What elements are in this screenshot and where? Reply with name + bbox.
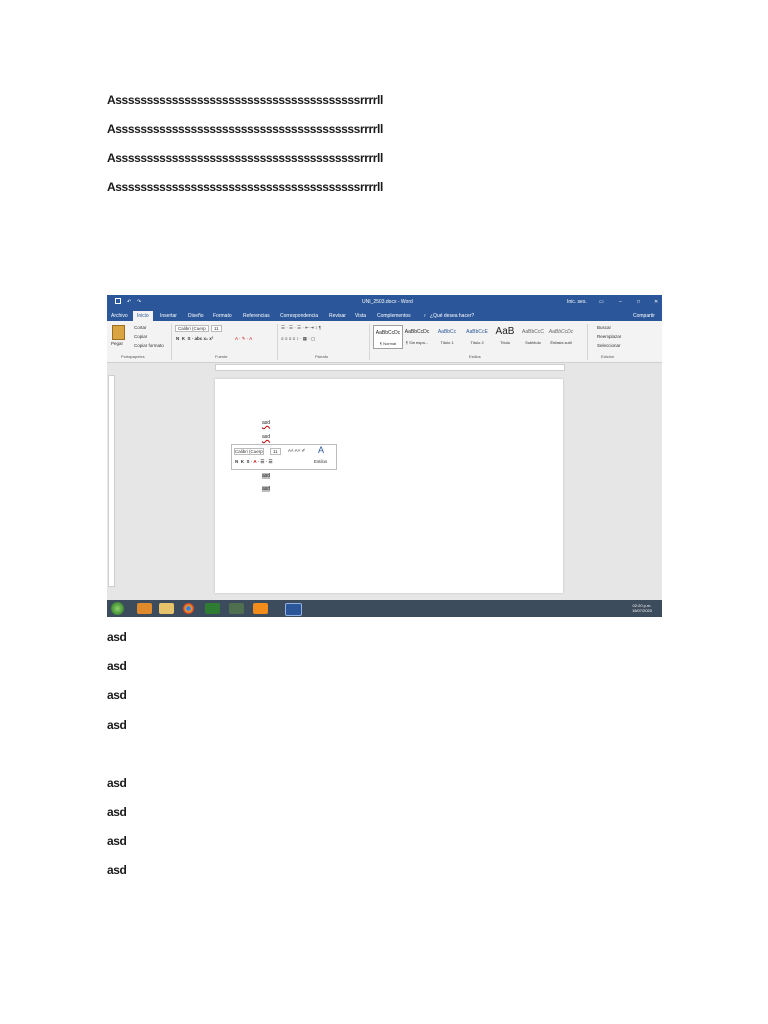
ribbon: Pegar Cortar Copiar Copiar formato Porta… bbox=[107, 321, 662, 363]
select-button: Seleccionar bbox=[597, 343, 621, 348]
editing-group-label: Edición bbox=[601, 354, 615, 359]
font-group-label: Fuente bbox=[215, 354, 228, 359]
lightbulb-icon: ♀ bbox=[423, 313, 427, 319]
clock-date: 15/07/2020 bbox=[631, 608, 652, 613]
separator bbox=[587, 324, 588, 360]
style-titulo-2: AaBbCcE Título 2 bbox=[466, 329, 488, 345]
start-button-icon bbox=[111, 602, 124, 615]
page-line-selected: asd bbox=[262, 486, 271, 492]
sign-in-link: Inic. ses. bbox=[567, 299, 587, 305]
tab-archivo: Archivo bbox=[111, 313, 128, 319]
tab-revisar: Revisar bbox=[329, 313, 346, 319]
doc-line-asd: asd bbox=[107, 688, 127, 702]
ribbon-tabs: Archivo Inicio Insertar Diseño Formato R… bbox=[107, 310, 662, 321]
horizontal-ruler bbox=[215, 364, 565, 371]
copy-button: Copiar bbox=[134, 334, 148, 339]
styles-group-label: Estilos bbox=[469, 354, 481, 359]
save-icon bbox=[115, 298, 121, 304]
doc-line-asd: asd bbox=[107, 718, 127, 732]
list-buttons: ☰ · ☰ · ☰ · ⇤ ⇥ ↕ ¶ bbox=[281, 325, 322, 330]
style-titulo-1: AaBbCc Título 1 bbox=[437, 329, 457, 345]
file-explorer-icon bbox=[159, 603, 174, 614]
find-button: Buscar bbox=[597, 325, 612, 330]
page-line: asd bbox=[262, 434, 271, 440]
page-line-selected: asd bbox=[262, 473, 271, 479]
format-painter-button: Copiar formato bbox=[134, 343, 164, 348]
word-icon bbox=[285, 603, 302, 616]
undo-icon: ↶ bbox=[127, 299, 132, 305]
doc-line-asd: asd bbox=[107, 834, 127, 848]
mini-font-box: Calibri (Cuerp bbox=[234, 448, 264, 455]
font-size-box: 11 bbox=[211, 325, 222, 332]
share-button: Compartir bbox=[633, 313, 655, 319]
doc-line-3: Asssssssssssssssssssssssssssssssssssssss… bbox=[107, 151, 383, 165]
doc-line-asd: asd bbox=[107, 659, 127, 673]
close-icon: ✕ bbox=[654, 299, 659, 305]
minimize-icon: – bbox=[619, 299, 622, 305]
cut-button: Cortar bbox=[134, 325, 147, 330]
taskbar-clock: 02:20 p.m. 15/07/2020 bbox=[632, 603, 652, 613]
tab-vista: Vista bbox=[355, 313, 367, 319]
chrome-icon bbox=[183, 603, 194, 614]
align-buttons: ≡ ≡ ≡ ≡ ↕ · ▦ · ▢ bbox=[281, 336, 316, 341]
mini-size-box: 11 bbox=[270, 448, 281, 455]
app-icon bbox=[229, 603, 244, 614]
vlc-icon bbox=[253, 603, 268, 614]
tab-inicio: Inicio bbox=[133, 311, 153, 321]
embedded-word-screenshot: ↶ ↷ UNI_2503.docx - Word Inic. ses. ▭ – … bbox=[107, 295, 662, 617]
tab-referencias: Referencias bbox=[243, 313, 270, 319]
redo-icon: ↷ bbox=[137, 299, 142, 305]
doc-line-asd: asd bbox=[107, 630, 127, 644]
doc-line-1: Asssssssssssssssssssssssssssssssssssssss… bbox=[107, 93, 383, 107]
project-icon bbox=[205, 603, 220, 614]
word-title-bar: ↶ ↷ UNI_2503.docx - Word Inic. ses. ▭ – … bbox=[107, 295, 662, 310]
paste-icon bbox=[112, 325, 125, 340]
media-player-icon bbox=[137, 603, 152, 614]
maximize-icon: □ bbox=[637, 299, 641, 305]
doc-line-4: Asssssssssssssssssssssssssssssssssssssss… bbox=[107, 180, 383, 194]
mini-styles-button: Estilos bbox=[314, 459, 328, 464]
tab-correspondencia: Correspondencia bbox=[280, 313, 319, 319]
separator bbox=[277, 324, 278, 360]
tab-complementos: Complementos bbox=[377, 313, 411, 319]
paste-button: Pegar bbox=[111, 341, 124, 346]
page-line: asd bbox=[262, 420, 271, 426]
windows-taskbar: 02:20 p.m. 15/07/2020 bbox=[107, 600, 662, 617]
doc-line-asd: asd bbox=[107, 805, 127, 819]
style-enfasis-sutil: AaBbCcDc Énfasis sutil bbox=[548, 329, 574, 345]
font-format-buttons: N K S · abc x₂ x² bbox=[176, 336, 214, 341]
window-title: UNI_2503.docx - Word bbox=[362, 299, 413, 305]
style-subtitulo: AaBbCcC Subtítulo bbox=[522, 329, 544, 345]
font-color-buttons: A · ✎ · A bbox=[235, 336, 253, 341]
tab-diseno: Diseño bbox=[188, 313, 204, 319]
style-titulo: AaB Título bbox=[495, 326, 515, 345]
replace-button: Reemplazar bbox=[597, 334, 622, 339]
doc-line-asd: asd bbox=[107, 776, 127, 790]
mini-toolbar: Calibri (Cuerp 11 A˄ A˅ ✐ A N K S · A · … bbox=[231, 444, 337, 470]
mini-grow-shrink-icons: A˄ A˅ ✐ bbox=[288, 448, 306, 453]
ribbon-display-icon: ▭ bbox=[599, 299, 604, 305]
separator bbox=[171, 324, 172, 360]
doc-line-asd: asd bbox=[107, 863, 127, 877]
clipboard-group-label: Portapapeles bbox=[121, 354, 145, 359]
doc-line-2: Asssssssssssssssssssssssssssssssssssssss… bbox=[107, 122, 383, 136]
style-sin-espaciado: AaBbCcDc ¶ Sin espa... bbox=[404, 329, 430, 345]
tell-me-box: ¿Qué desea hacer? bbox=[430, 313, 475, 319]
document-page: asd asd Calibri (Cuerp 11 A˄ A˅ ✐ A N K … bbox=[215, 379, 563, 593]
font-name-box: Calibri (Cuerp bbox=[175, 325, 209, 332]
style-normal: AaBbCcDc ¶ Normal bbox=[373, 325, 403, 349]
mini-styles-icon: A bbox=[318, 445, 325, 455]
separator bbox=[369, 324, 370, 360]
vertical-ruler bbox=[108, 375, 115, 587]
tab-insertar: Insertar bbox=[160, 313, 177, 319]
tab-formato: Formato bbox=[213, 313, 232, 319]
mini-format-buttons: N K S · A · ☰ · ☰ bbox=[235, 459, 273, 464]
paragraph-group-label: Párrafo bbox=[315, 354, 329, 359]
